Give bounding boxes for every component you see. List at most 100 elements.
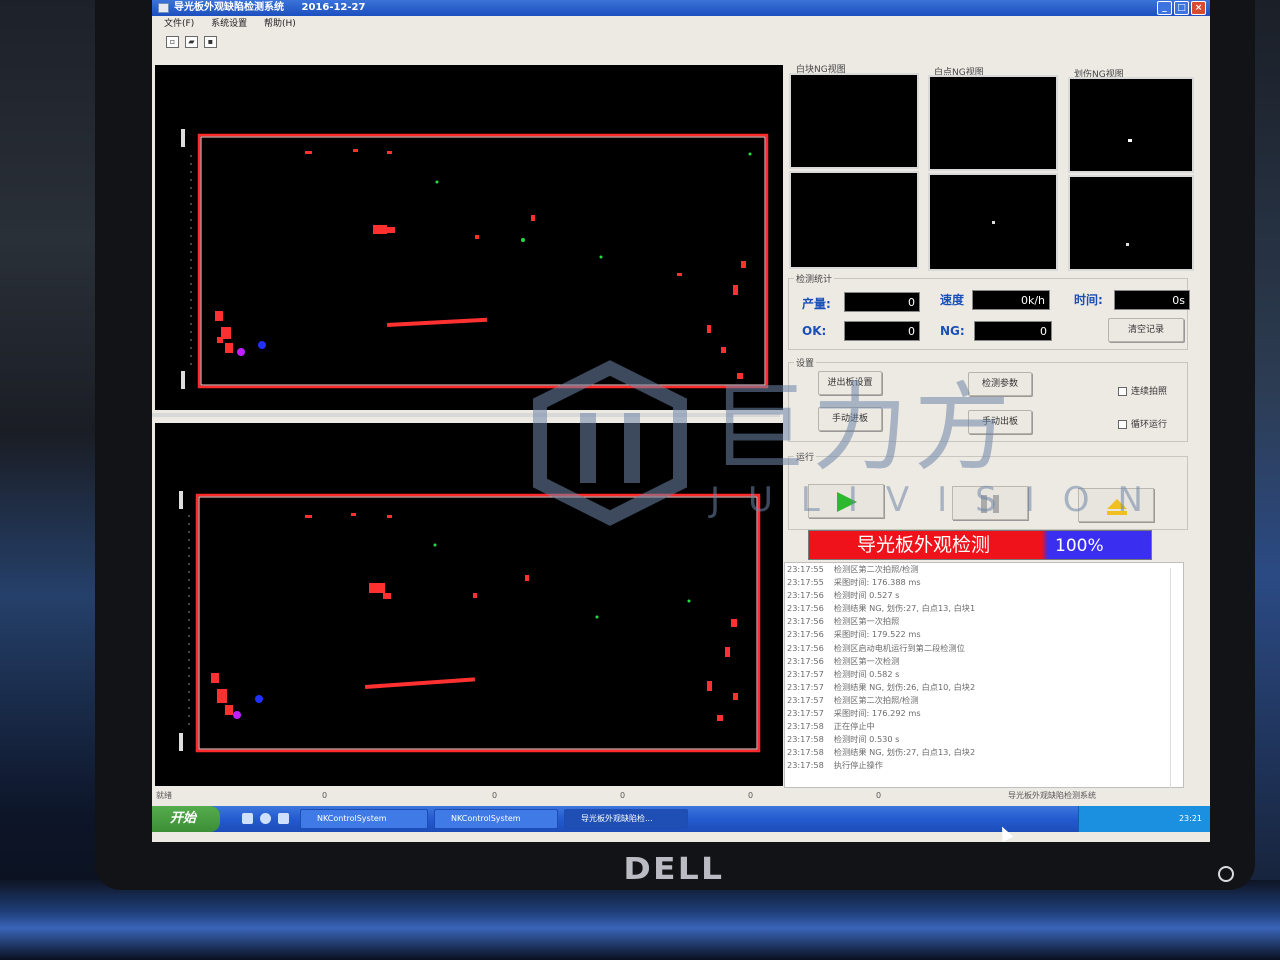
ng-value: 0	[974, 321, 1052, 341]
app-icon	[158, 3, 169, 13]
start-button[interactable]: 开始	[152, 806, 220, 832]
status-ready: 就绪	[156, 791, 172, 800]
log-timestamp: 23:17:57	[787, 694, 824, 705]
scratch-view-2[interactable]	[1068, 175, 1194, 271]
quicklaunch-media-icon[interactable]	[278, 813, 289, 824]
log-message: 正在停止中	[833, 721, 875, 732]
log-entry: 23:17:56 检测区第一次拍照	[785, 615, 1183, 628]
open-icon[interactable]: ▰	[185, 36, 198, 48]
screen: 导光板外观缺陷检测系统 2016-12-27 _ □ × 文件(F) 系统设置 …	[152, 0, 1210, 842]
status-field-1: 0	[322, 791, 328, 800]
continuous-capture-checkbox[interactable]: 连续拍照	[1118, 384, 1167, 397]
log-entry: 23:17:58 执行停止操作	[785, 759, 1183, 772]
window-title: 导光板外观缺陷检测系统	[174, 2, 284, 13]
output-value: 0	[844, 292, 920, 312]
menu-system-settings[interactable]: 系统设置	[211, 19, 247, 29]
log-timestamp: 23:17:55	[787, 564, 824, 574]
start-button[interactable]	[808, 484, 884, 518]
clock[interactable]: 23:21	[1179, 814, 1202, 823]
log-entry: 23:17:56 检测区启动电机运行到第二段检测位	[785, 642, 1183, 655]
new-icon[interactable]: ▫	[166, 36, 179, 48]
log-message: 检测区启动电机运行到第二段检测位	[833, 642, 965, 653]
white-block-view-2[interactable]	[789, 171, 919, 269]
quicklaunch-ie-icon[interactable]	[260, 813, 271, 824]
loop-run-checkbox[interactable]: 循环运行	[1118, 417, 1167, 430]
close-button[interactable]: ×	[1191, 1, 1206, 15]
taskbar: 开始 NKControlSystem NKControlSystem 导光板外观…	[152, 806, 1210, 832]
ok-label: OK:	[802, 324, 827, 338]
save-icon[interactable]: ▪	[204, 36, 217, 48]
title-bar[interactable]: 导光板外观缺陷检测系统 2016-12-27 _ □ ×	[152, 0, 1210, 16]
log-message: 采图时间: 176.388 ms	[833, 577, 921, 588]
log-list[interactable]: 23:17:55 检测区第二次拍照/检测 23:17:55 采图时间: 176.388…	[784, 562, 1184, 788]
log-timestamp: 23:17:57	[787, 668, 824, 679]
log-timestamp: 23:17:56	[787, 590, 824, 601]
time-value: 0s	[1114, 290, 1190, 310]
status-banner: 导光板外观检测 100%	[808, 530, 1152, 560]
clear-records-button[interactable]: 清空记录	[1108, 318, 1184, 342]
camera-image-bottom	[179, 491, 761, 753]
log-entry: 23:17:55 采图时间: 176.388 ms	[785, 576, 1183, 589]
system-tray: 23:21	[1078, 806, 1210, 832]
menu-file[interactable]: 文件(F)	[164, 19, 194, 29]
log-scrollbar[interactable]	[1170, 568, 1182, 788]
menu-help[interactable]: 帮助(H)	[264, 19, 296, 29]
checkbox-box-icon	[1118, 420, 1127, 429]
task-main-app[interactable]: 导光板外观缺陷检...	[564, 809, 688, 829]
log-message: 检测区第一次拍照	[833, 616, 900, 627]
banner-progress: 100%	[1055, 536, 1104, 556]
white-dot-view-2[interactable]	[928, 173, 1058, 271]
log-entry: 23:17:56 检测时间 0.527 s	[785, 589, 1183, 602]
run-group-label: 运行	[794, 450, 817, 463]
background-bottom	[0, 880, 1280, 960]
log-entry: 23:17:57 检测区第二次拍照/检测	[785, 694, 1183, 707]
ok-value: 0	[844, 321, 920, 341]
log-timestamp: 23:17:57	[787, 681, 824, 692]
manual-out-button[interactable]: 手动出板	[968, 410, 1032, 434]
log-message: 执行停止操作	[833, 760, 883, 771]
log-message: 检测结果 NG, 划伤:26, 白点10, 白块2	[833, 681, 976, 692]
log-timestamp: 23:17:57	[787, 708, 824, 719]
log-timestamp: 23:17:58	[787, 747, 824, 758]
log-message: 检测区第二次拍照/检测	[833, 694, 919, 705]
log-timestamp: 23:17:58	[787, 760, 824, 771]
eject-button[interactable]	[1078, 488, 1154, 522]
scratch-view-1[interactable]	[1068, 77, 1194, 173]
log-timestamp: 23:17:55	[787, 577, 824, 588]
log-message: 检测结果 NG, 划伤:27, 白点13, 白块1	[833, 603, 976, 614]
manual-in-button[interactable]: 手动进板	[818, 407, 882, 431]
detection-params-button[interactable]: 检测参数	[968, 372, 1032, 396]
camera-view-top[interactable]	[155, 65, 783, 410]
log-entry: 23:17:56 检测区第一次检测	[785, 655, 1183, 668]
log-timestamp: 23:17:56	[787, 629, 824, 640]
log-message: 检测区第二次拍照/检测	[833, 564, 919, 574]
log-entry: 23:17:58 检测结果 NG, 划伤:27, 白点13, 白块2	[785, 746, 1183, 759]
log-timestamp: 23:17:58	[787, 721, 824, 732]
status-bar: 就绪 0 0 0 0 0 导光板外观缺陷检测系统	[152, 787, 1210, 805]
log-timestamp: 23:17:58	[787, 734, 824, 745]
toolbar: ▫ ▰ ▪	[152, 32, 1210, 52]
log-entry: 23:17:56 采图时间: 179.522 ms	[785, 628, 1183, 641]
camera-view-bottom[interactable]	[155, 423, 783, 786]
log-message: 采图时间: 176.292 ms	[833, 708, 921, 719]
status-field-5: 0	[876, 791, 882, 800]
in-out-settings-button[interactable]: 进出板设置	[818, 371, 882, 395]
log-message: 检测时间 0.582 s	[833, 668, 900, 679]
time-label: 时间:	[1074, 293, 1103, 307]
task-nkcontrol-1[interactable]: NKControlSystem	[300, 809, 428, 829]
white-dot-view-1[interactable]	[928, 75, 1058, 171]
task-nkcontrol-2[interactable]: NKControlSystem	[434, 809, 558, 829]
pause-icon	[981, 495, 999, 513]
monitor-brand-logo: DELL	[623, 852, 725, 887]
pause-button[interactable]	[952, 486, 1028, 520]
white-block-view-1[interactable]	[789, 73, 919, 169]
status-field-4: 0	[748, 791, 754, 800]
ng-label: NG:	[940, 324, 965, 338]
power-button-icon[interactable]	[1218, 866, 1234, 882]
maximize-button[interactable]: □	[1174, 1, 1189, 15]
minimize-button[interactable]: _	[1157, 1, 1172, 15]
quicklaunch-desktop-icon[interactable]	[242, 813, 253, 824]
status-field-2: 0	[492, 791, 498, 800]
banner-title: 导光板外观检测	[857, 534, 991, 556]
speed-label: 速度	[940, 293, 965, 307]
